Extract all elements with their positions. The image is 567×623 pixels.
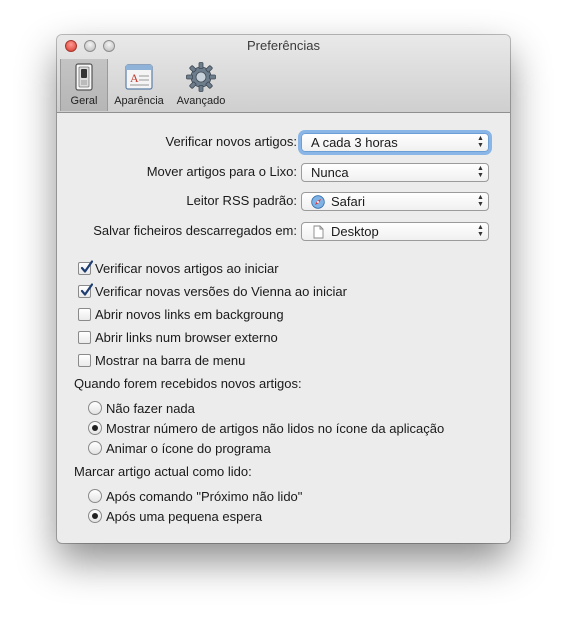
- checkbox-label: Abrir links num browser externo: [95, 329, 278, 345]
- window-title: Preferências: [247, 38, 320, 53]
- toolbar: Preferências Geral A Aparência Avançado: [57, 35, 510, 113]
- tab-geral[interactable]: Geral: [60, 59, 108, 111]
- checkbox-label: Mostrar na barra de menu: [95, 352, 246, 368]
- move-to-trash-value: Nunca: [311, 165, 349, 180]
- toolbar-tabs: Geral A Aparência Avançado: [60, 59, 232, 111]
- radio-after-delay[interactable]: Após uma pequena espera: [88, 508, 262, 524]
- check-articles-value: A cada 3 horas: [311, 135, 398, 150]
- svg-text:A: A: [130, 71, 139, 85]
- checkbox-box[interactable]: [78, 282, 93, 298]
- radio-label: Mostrar número de artigos não lidos no í…: [106, 420, 445, 436]
- checkbox-external-browser[interactable]: Abrir links num browser externo: [78, 329, 278, 345]
- radio-button[interactable]: [88, 421, 102, 435]
- radio-button[interactable]: [88, 401, 102, 415]
- radio-label: Após uma pequena espera: [106, 508, 263, 524]
- radio-button[interactable]: [88, 489, 102, 503]
- checkbox-label: Verificar novos artigos ao iniciar: [95, 260, 279, 276]
- radio-animate-icon[interactable]: Animar o ícone do programa: [88, 440, 271, 456]
- tab-label: Aparência: [114, 95, 164, 107]
- checkbox-label: Verificar novas versões do Vienna ao ini…: [95, 283, 347, 299]
- save-downloads-popup[interactable]: Desktop ▲ ▼: [301, 222, 489, 241]
- checkbox-box[interactable]: [78, 353, 91, 367]
- tab-label: Avançado: [176, 95, 226, 107]
- check-articles-label: Verificar novos artigos:: [165, 134, 297, 149]
- gear-icon: [186, 62, 216, 92]
- checkbox-box[interactable]: [78, 330, 91, 344]
- document-icon: [313, 225, 324, 239]
- radio-label: Após comando "Próximo não lido": [106, 488, 303, 504]
- radio-button[interactable]: [88, 441, 102, 455]
- safari-icon: [311, 195, 325, 209]
- radio-button[interactable]: [88, 509, 102, 523]
- switch-icon: [75, 63, 93, 91]
- mark-read-title: Marcar artigo actual como lido:: [74, 464, 252, 479]
- appearance-icon: A: [125, 64, 153, 90]
- check-articles-popup[interactable]: A cada 3 horas ▲ ▼: [301, 133, 489, 152]
- save-downloads-value: Desktop: [331, 224, 379, 239]
- checkbox-check-versions[interactable]: Verificar novas versões do Vienna ao ini…: [78, 282, 347, 299]
- updown-arrows-icon: ▲ ▼: [477, 194, 484, 208]
- new-articles-title: Quando forem recebidos novos artigos:: [74, 376, 302, 391]
- checkmark-icon: [80, 282, 93, 296]
- general-pane: Verificar novos artigos: A cada 3 horas …: [57, 113, 510, 543]
- tab-label: Geral: [70, 95, 98, 107]
- radio-label: Não fazer nada: [106, 400, 195, 416]
- checkbox-open-background[interactable]: Abrir novos links em backgroung: [78, 306, 284, 322]
- radio-show-unread-count[interactable]: Mostrar número de artigos não lidos no í…: [88, 420, 444, 436]
- updown-arrows-icon: ▲ ▼: [477, 224, 484, 238]
- rss-reader-label: Leitor RSS padrão:: [186, 193, 297, 208]
- checkbox-menu-bar[interactable]: Mostrar na barra de menu: [78, 352, 245, 368]
- rss-reader-value: Safari: [331, 194, 365, 209]
- save-downloads-label: Salvar ficheiros descarregados em:: [93, 223, 297, 238]
- tab-aparencia[interactable]: A Aparência: [108, 59, 170, 111]
- checkbox-box[interactable]: [78, 307, 91, 321]
- tab-avancado[interactable]: Avançado: [170, 59, 232, 111]
- move-to-trash-popup[interactable]: Nunca ▲ ▼: [301, 163, 489, 182]
- radio-do-nothing[interactable]: Não fazer nada: [88, 400, 195, 416]
- radio-after-next-unread[interactable]: Após comando "Próximo não lido": [88, 488, 302, 504]
- rss-reader-popup[interactable]: Safari ▲ ▼: [301, 192, 489, 211]
- updown-arrows-icon: ▲ ▼: [477, 165, 484, 179]
- preferences-window: Preferências Geral A Aparência Avançado …: [57, 35, 510, 543]
- checkbox-label: Abrir novos links em backgroung: [95, 306, 284, 322]
- checkmark-icon: [80, 259, 93, 273]
- checkbox-box[interactable]: [78, 259, 93, 275]
- move-to-trash-label: Mover artigos para o Lixo:: [146, 164, 297, 179]
- updown-arrows-icon: ▲ ▼: [477, 135, 484, 149]
- checkbox-check-on-start[interactable]: Verificar novos artigos ao iniciar: [78, 259, 279, 276]
- radio-label: Animar o ícone do programa: [106, 440, 271, 456]
